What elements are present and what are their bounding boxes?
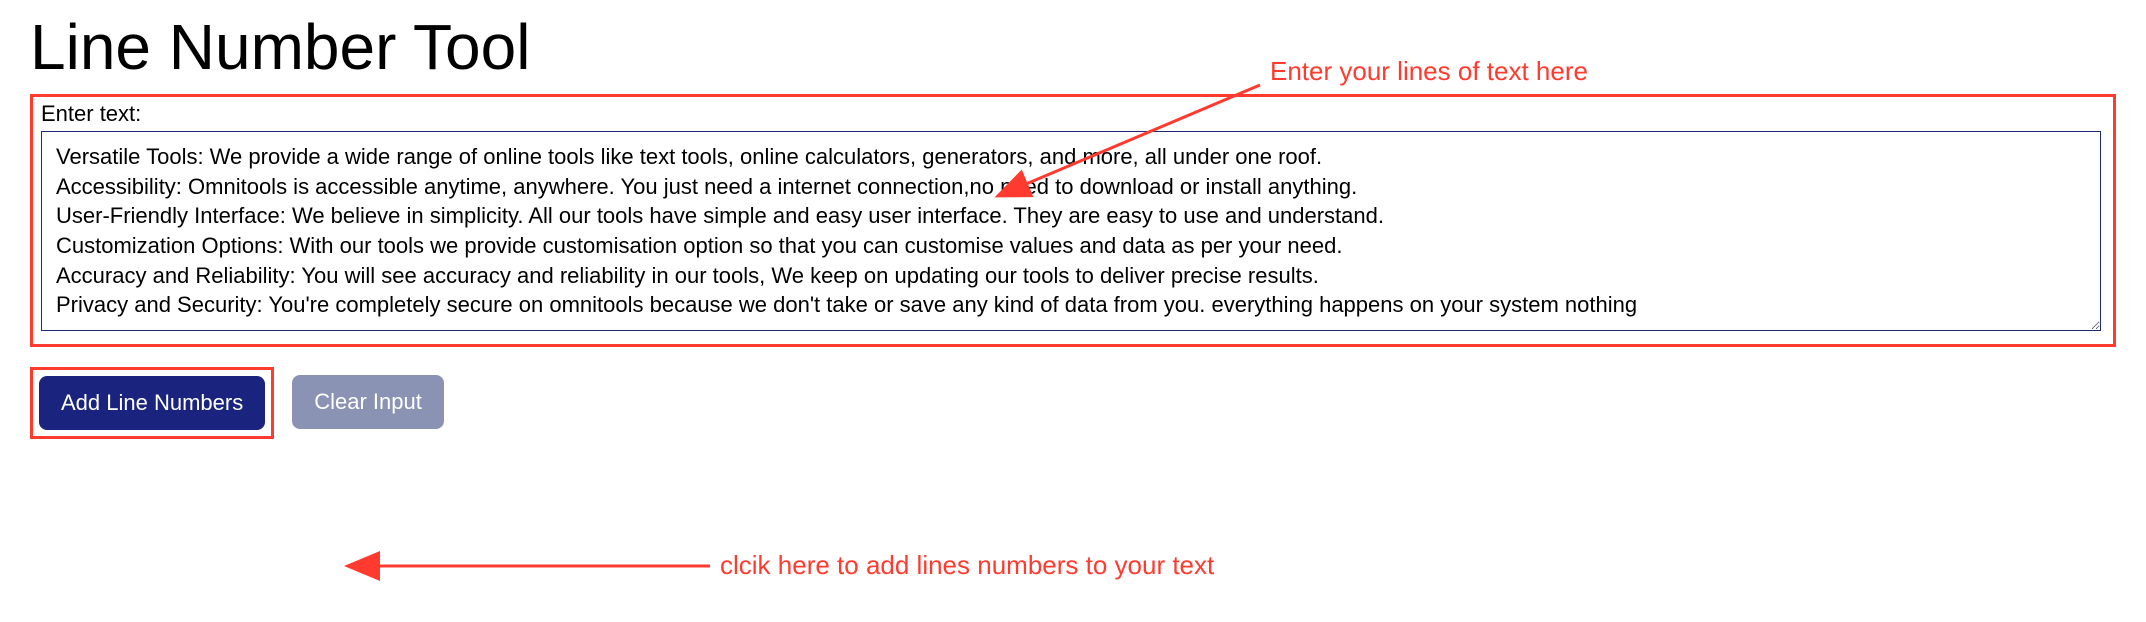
annotation-click-here: clcik here to add lines numbers to your … <box>720 550 1214 581</box>
text-input[interactable] <box>41 131 2101 331</box>
add-button-highlight-box: Add Line Numbers <box>30 367 274 439</box>
input-label: Enter text: <box>33 97 2113 131</box>
add-line-numbers-button[interactable]: Add Line Numbers <box>39 376 265 430</box>
page-title: Line Number Tool <box>30 10 2116 84</box>
clear-input-button[interactable]: Clear Input <box>292 375 444 429</box>
input-highlight-box: Enter text: <box>30 94 2116 347</box>
annotation-enter-text: Enter your lines of text here <box>1270 56 1588 87</box>
button-row: Add Line Numbers Clear Input <box>30 367 2116 439</box>
